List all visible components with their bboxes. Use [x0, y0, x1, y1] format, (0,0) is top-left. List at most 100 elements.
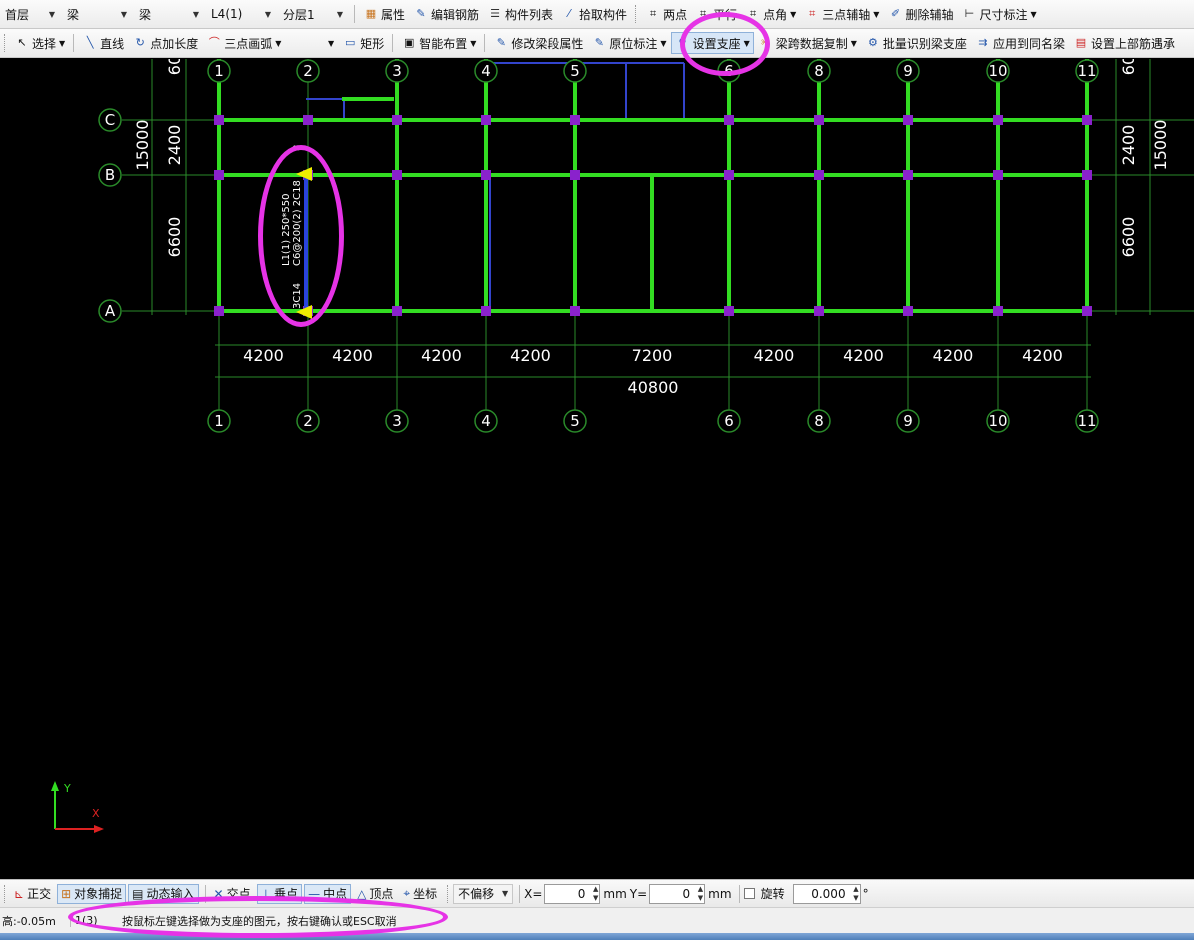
y-offset-input[interactable]: 0 ▲ ▼: [649, 883, 706, 904]
rect-button[interactable]: ▭ 矩形: [338, 32, 388, 54]
edit-rebar-button[interactable]: ✎ 编辑钢筋: [409, 3, 483, 25]
object-snap-toggle[interactable]: ⊞ 对象捕捉: [57, 883, 127, 904]
plan-drawing[interactable]: 112233445566889910101111CBA 4200 4200 4200…: [0, 59, 1194, 879]
line-button[interactable]: ╲ 直线: [78, 32, 128, 54]
span-copy-button[interactable]: ✂ 梁跨数据复制 ▼: [754, 32, 861, 54]
axis-bubble-bottom-2-label: 2: [303, 412, 313, 430]
rotate-input[interactable]: 0.000 ▲ ▼: [792, 883, 861, 904]
coord-toggle[interactable]: ⌖ 坐标: [399, 884, 441, 904]
axis-bubble-top-9-label: 9: [903, 62, 913, 80]
snap-label: 对象捕捉: [74, 887, 123, 901]
set-support-button[interactable]: ⚲ 设置支座 ▼: [670, 32, 754, 54]
axis-bubble-top-3-label: 3: [392, 62, 402, 80]
pick-component-button[interactable]: ⁄ 拾取构件: [557, 3, 631, 25]
ortho-toggle[interactable]: ⊾ 正交: [10, 884, 55, 904]
apply-same-button[interactable]: ⇉ 应用到同名梁: [971, 32, 1069, 54]
axis-bubble-A-label: A: [105, 302, 116, 320]
point-angle-button[interactable]: ⌗ 点角 ▼: [741, 3, 800, 25]
separator: [73, 34, 75, 52]
chevron-down-icon: ▼: [275, 38, 282, 48]
offset-combo[interactable]: 不偏移 ▼: [453, 883, 514, 904]
three-point-axis-button[interactable]: ⌗ 三点辅轴 ▼: [800, 3, 883, 25]
toolbar-grip: [635, 5, 638, 23]
elevation-status: 高:-0.05m: [2, 914, 56, 928]
origin-mark-label: 原位标注: [609, 36, 658, 51]
point-length-icon: ↻: [135, 36, 145, 49]
component-list-label: 构件列表: [505, 7, 554, 22]
column-11-A: [1082, 306, 1092, 316]
snap-toolbar: ⊾ 正交 ⊞ 对象捕捉 ▤ 动态输入 ✕ 交点 ⊥ 垂点 — 中点 △ 顶点 ⌖ 坐标 不偏移 ▼…: [0, 879, 1194, 907]
column-1-A: [214, 306, 224, 316]
axis-bubble-top-1-label: 1: [214, 62, 224, 80]
span-dim-8: 4200: [933, 346, 974, 365]
layer-combo-value: 分层1: [283, 7, 315, 22]
delete-axis-button[interactable]: ✐ 删除辅轴: [883, 3, 957, 25]
separator: [392, 34, 394, 52]
input-icon: ▤: [132, 886, 144, 901]
properties-button[interactable]: ▦ 属性: [359, 3, 409, 25]
span-dim-1: 4200: [243, 346, 284, 365]
floor-combo[interactable]: 首层 ▼: [0, 4, 60, 24]
rotate-checkbox[interactable]: [743, 888, 755, 899]
ortho-icon: ⊾: [14, 886, 25, 901]
drawing-canvas[interactable]: 1 1 2 2 3 3 4 4 5 5 6 6 8 8 9 9 10 10 11 11 C B A 4200 4200 4200…: [0, 59, 1194, 879]
axis-icon: ⌗: [649, 7, 657, 20]
pencil-icon: ✎: [416, 7, 426, 20]
main-toolbar: 首层 ▼ 梁 ▼ 梁 ▼ L4(1) ▼ 分层1 ▼ ▦ 属性 ✎ 编辑钢筋 ☰ 构件列表 ⁄ 拾…: [0, 0, 1194, 29]
axis-icon: ⌗: [699, 7, 707, 20]
spin-icon[interactable]: ▲ ▼: [593, 885, 598, 903]
midpoint-toggle[interactable]: — 中点: [304, 883, 352, 904]
set-top-rebar-button[interactable]: ▤ 设置上部筋遇承: [1069, 32, 1179, 54]
chevron-down-icon: ▼: [873, 9, 880, 19]
parallel-axis-button[interactable]: ⌗ 平行: [691, 3, 741, 25]
column-11-B: [1082, 170, 1092, 180]
axis-bubble-top-6-label: 6: [724, 62, 734, 80]
chevron-down-icon: ▼: [790, 9, 797, 19]
dimension-button[interactable]: ⊢ 尺寸标注 ▼: [957, 3, 1040, 25]
component-combo[interactable]: L4(1) ▼: [206, 4, 276, 24]
type-combo[interactable]: 梁 ▼: [62, 4, 132, 24]
chevron-down-icon: ▼: [1030, 9, 1037, 19]
beam-label-3: 3C14: [292, 283, 303, 309]
point-length-label: 点加长度: [150, 36, 199, 51]
layer-combo[interactable]: 分层1 ▼: [278, 4, 348, 24]
axis-bubble-top-10-label: 10: [988, 62, 1007, 80]
axis-bubble-top-8-label: 8: [814, 62, 824, 80]
column-11-C: [1082, 115, 1092, 125]
degree-unit: °: [862, 886, 869, 901]
arc-icon: ⌒: [208, 36, 220, 49]
batch-identify-button[interactable]: ⚙ 批量识别梁支座: [861, 32, 971, 54]
smart-layout-label: 智能布置: [419, 36, 468, 51]
vertical-toggle[interactable]: ⊥ 垂点: [256, 883, 303, 904]
component-list-button[interactable]: ☰ 构件列表: [483, 3, 557, 25]
axis-bubble-top-4-label: 4: [481, 62, 491, 80]
intersect-toggle[interactable]: ✕ 交点: [210, 884, 255, 904]
x-offset-input[interactable]: 0 ▲ ▼: [544, 883, 601, 904]
span-copy-label: 梁跨数据复制: [775, 36, 848, 51]
two-point-axis-button[interactable]: ⌗ 两点: [641, 3, 691, 25]
point-length-button[interactable]: ↻ 点加长度: [128, 32, 202, 54]
spin-icon[interactable]: ▲ ▼: [698, 885, 703, 903]
apply-same-label: 应用到同名梁: [992, 36, 1065, 51]
set-top-rebar-label: 设置上部筋遇承: [1090, 36, 1175, 51]
separator: [738, 884, 740, 903]
list-icon: ☰: [490, 7, 500, 20]
delete-axis-label: 删除辅轴: [905, 7, 954, 22]
subtype-combo[interactable]: 梁 ▼: [134, 4, 204, 24]
vertex-label: 顶点: [369, 887, 394, 901]
dimension-label: 尺寸标注: [979, 7, 1028, 22]
vertex-icon: △: [357, 886, 367, 901]
y-unit: mm: [708, 886, 732, 901]
origin-mark-button[interactable]: ✎ 原位标注 ▼: [587, 32, 670, 54]
spin-icon[interactable]: ▲ ▼: [853, 885, 858, 903]
dynamic-input-toggle[interactable]: ▤ 动态输入: [128, 883, 199, 904]
smart-layout-button[interactable]: ▣ 智能布置 ▼: [397, 32, 480, 54]
vertex-toggle[interactable]: △ 顶点: [353, 884, 397, 904]
chevron-down-icon: ▼: [660, 38, 667, 48]
column-8-A: [814, 306, 824, 316]
arc-button[interactable]: ⌒ 三点画弧 ▼ ▼: [202, 32, 338, 54]
modify-span-button[interactable]: ✎ 修改梁段属性: [489, 32, 587, 54]
status-bar: 高:-0.05m 1(3) 按鼠标左键选择做为支座的图元，按右键确认或ESC取消: [0, 907, 1194, 933]
select-button[interactable]: ↖ 选择 ▼: [10, 32, 69, 54]
intersect-icon: ✕: [213, 886, 224, 901]
